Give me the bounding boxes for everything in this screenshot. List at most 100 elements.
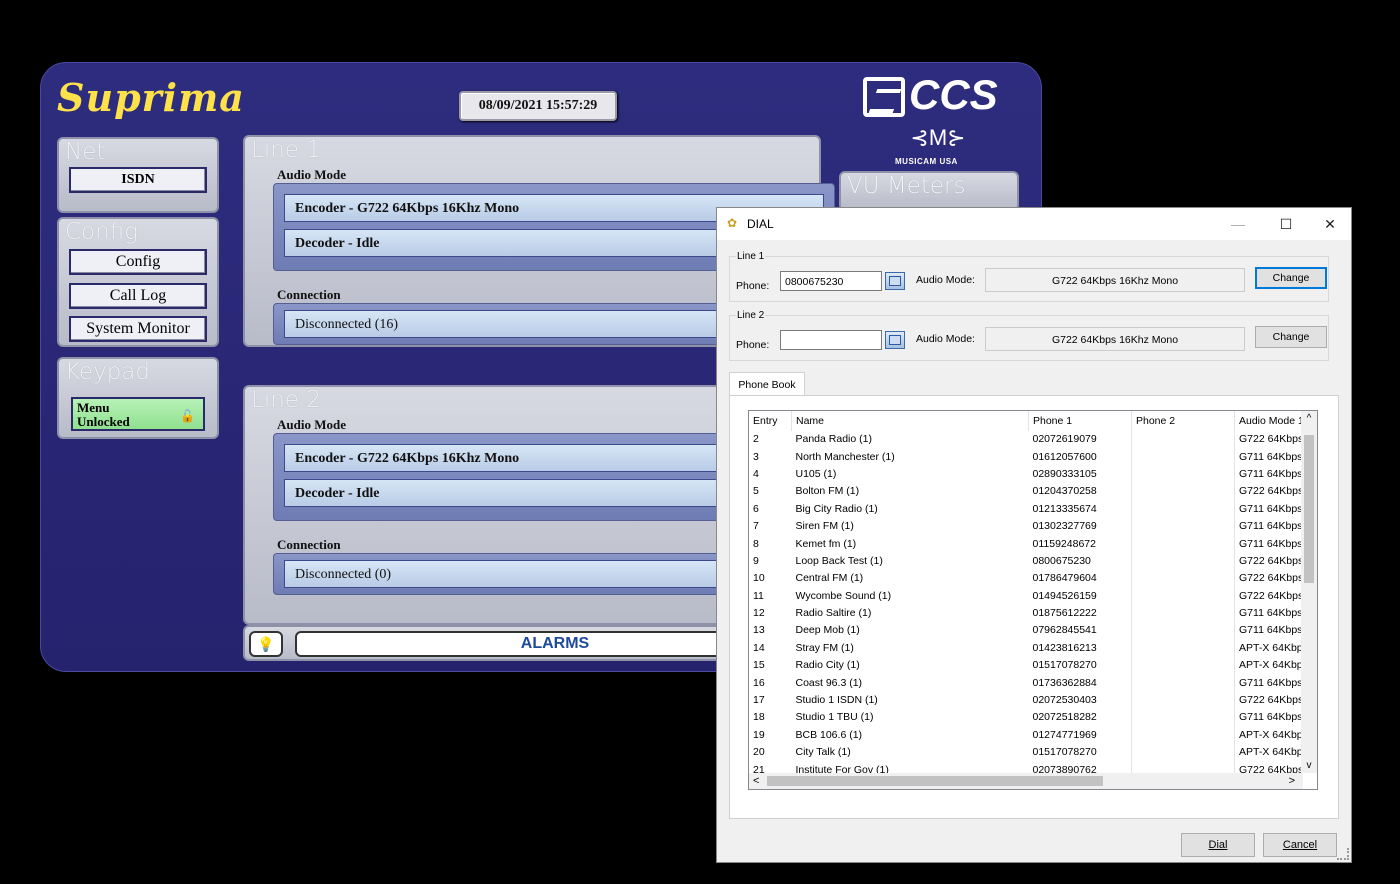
scroll-up-icon[interactable]: ^ xyxy=(1301,413,1317,424)
cancel-button[interactable]: Cancel xyxy=(1263,833,1337,857)
cell-phone-1: 02890333105 xyxy=(1028,465,1132,484)
cell-phone-2 xyxy=(1131,483,1235,501)
line-1-change-button[interactable]: Change xyxy=(1255,267,1327,289)
table-row[interactable]: 4 U105 (1) 02890333105 G711 64Kbps xyxy=(749,465,1314,484)
menu-unlocked-button[interactable]: Menu Unlocked 🔓 xyxy=(71,397,205,431)
cell-name: Panda Radio (1) xyxy=(795,433,872,446)
table-row[interactable]: 11 Wycombe Sound (1) 01494526159 G722 64Kbp… xyxy=(749,587,1314,605)
cell-name: Radio City (1) xyxy=(795,659,860,672)
line-1-audio-mode-label: Audio Mode: xyxy=(916,274,975,286)
isdn-button[interactable]: ISDN xyxy=(69,167,207,193)
table-row[interactable]: 8 Kemet fm (1) 01159248672 G711 64Kbps xyxy=(749,535,1314,553)
config-button[interactable]: Config xyxy=(69,249,207,275)
column-header-name[interactable]: Name xyxy=(791,411,1029,431)
table-row[interactable]: 3 North Manchester (1) 01612057600 G711 64K… xyxy=(749,448,1314,466)
table-row[interactable]: 5 Bolton FM (1) 01204370258 G722 64Kbps xyxy=(749,483,1314,501)
cell-phone-1: 01274771969 xyxy=(1028,726,1132,745)
vertical-scroll-thumb[interactable] xyxy=(1304,435,1314,583)
table-row[interactable]: 18 Studio 1 TBU (1) 02072518282 G711 64Kbps xyxy=(749,709,1314,727)
table-row[interactable]: 10 Central FM (1) 01786479604 G722 64Kbps xyxy=(749,570,1314,588)
ccs-logo: CCS ⊰M⊱ MUSICAM USA xyxy=(859,71,1019,181)
table-row[interactable]: 14 Stray FM (1) 01423816213 APT-X 64Kbp xyxy=(749,639,1314,658)
vertical-scrollbar[interactable]: ^ v xyxy=(1301,411,1317,773)
scroll-right-icon[interactable]: > xyxy=(1289,773,1295,789)
cell-entry: 9 xyxy=(753,554,759,567)
cell-phone-2 xyxy=(1131,691,1235,710)
line-1-audio-mode-value: G722 64Kbps 16Khz Mono xyxy=(985,268,1245,292)
cell-name: Big City Radio (1) xyxy=(795,502,878,515)
cell-name: Stray FM (1) xyxy=(795,641,854,654)
system-monitor-button[interactable]: System Monitor xyxy=(69,316,207,342)
cell-phone-2 xyxy=(1131,500,1235,518)
call-log-button[interactable]: Call Log xyxy=(69,283,207,309)
phone-book-tab-panel: Entry Name Phone 1 Phone 2 Audio Mode 1 … xyxy=(729,395,1339,819)
dial-titlebar[interactable]: ✿ DIAL — ☐ ✕ xyxy=(717,208,1351,240)
tab-phone-book[interactable]: Phone Book xyxy=(729,372,805,396)
cell-entry: 15 xyxy=(753,659,765,672)
table-row[interactable]: 6 Big City Radio (1) 01213335674 G711 64Kbp… xyxy=(749,500,1314,518)
net-panel: Net ISDN xyxy=(57,137,219,213)
cell-phone-1: 0800675230 xyxy=(1028,552,1132,571)
line-1-connection-label: Connection xyxy=(277,287,341,302)
cell-name: Studio 1 TBU (1) xyxy=(795,711,874,724)
table-row[interactable]: 7 Siren FM (1) 01302327769 G711 64Kbps xyxy=(749,517,1314,536)
cell-name: North Manchester (1) xyxy=(795,450,895,463)
line-2-phone-input[interactable] xyxy=(780,330,882,350)
cell-name: BCB 106.6 (1) xyxy=(795,728,863,741)
cell-entry: 16 xyxy=(753,676,765,689)
table-row[interactable]: 15 Radio City (1) 01517078270 APT-X 64Kbp xyxy=(749,657,1314,675)
cell-phone-2 xyxy=(1131,674,1235,692)
dial-title: DIAL xyxy=(747,217,774,231)
line-2-audio-mode-value: G722 64Kbps 16Khz Mono xyxy=(985,327,1245,351)
line-2-phonebook-icon[interactable] xyxy=(885,331,905,349)
horizontal-scroll-thumb[interactable] xyxy=(767,776,1103,786)
cell-entry: 2 xyxy=(753,433,759,446)
cell-phone-2 xyxy=(1131,726,1235,745)
column-header-entry[interactable]: Entry xyxy=(749,411,792,431)
cell-name: Deep Mob (1) xyxy=(795,624,860,637)
line-1-phonebook-icon[interactable] xyxy=(885,272,905,290)
cell-phone-1: 02072530403 xyxy=(1028,691,1132,710)
cell-entry: 10 xyxy=(753,572,765,585)
table-row[interactable]: 12 Radio Saltire (1) 01875612222 G711 64Kbp… xyxy=(749,604,1314,623)
keypad-panel: Keypad Menu Unlocked 🔓 xyxy=(57,357,219,439)
scroll-down-icon[interactable]: v xyxy=(1301,760,1317,771)
table-row[interactable]: 9 Loop Back Test (1) 0800675230 G722 64Kbps xyxy=(749,552,1314,571)
table-row[interactable]: 13 Deep Mob (1) 07962845541 G711 64Kbps xyxy=(749,622,1314,640)
column-header-phone-2[interactable]: Phone 2 xyxy=(1131,411,1235,431)
dial-line-2-label: Line 2 xyxy=(736,310,766,321)
line-1-phone-input[interactable]: 0800675230 xyxy=(780,271,882,291)
vu-meters-title: VU Meters xyxy=(847,173,966,199)
cell-phone-1: 01517078270 xyxy=(1028,744,1132,762)
maximize-icon[interactable]: ☐ xyxy=(1271,212,1301,236)
horizontal-scrollbar[interactable]: < > xyxy=(749,773,1303,789)
cell-name: Kemet fm (1) xyxy=(795,537,857,550)
resize-grip-icon[interactable] xyxy=(1337,848,1349,860)
table-row[interactable]: 16 Coast 96.3 (1) 01736362884 G711 64Kbps xyxy=(749,674,1314,692)
cell-name: Loop Back Test (1) xyxy=(795,554,883,567)
cell-entry: 3 xyxy=(753,450,759,463)
phone-book-table[interactable]: Entry Name Phone 1 Phone 2 Audio Mode 1 … xyxy=(748,410,1318,790)
close-icon[interactable]: ✕ xyxy=(1315,212,1345,236)
line-2-change-button[interactable]: Change xyxy=(1255,326,1327,348)
cell-entry: 6 xyxy=(753,502,759,515)
dial-button[interactable]: Dial xyxy=(1181,833,1255,857)
cell-phone-2 xyxy=(1131,587,1235,605)
line-1-audio-mode-label: Audio Mode xyxy=(277,167,346,182)
cell-phone-1: 02072619079 xyxy=(1028,431,1132,449)
table-row[interactable]: 19 BCB 106.6 (1) 01274771969 APT-X 64Kbp xyxy=(749,726,1314,745)
table-row[interactable]: 20 City Talk (1) 01517078270 APT-X 64Kbp xyxy=(749,744,1314,762)
cell-phone-1: 01302327769 xyxy=(1028,517,1132,536)
table-row[interactable]: 17 Studio 1 ISDN (1) 02072530403 G722 64Kbp… xyxy=(749,691,1314,710)
dial-dialog: ✿ DIAL — ☐ ✕ Line 1 Phone: 0800675230 Au… xyxy=(716,207,1352,863)
column-header-phone-1[interactable]: Phone 1 xyxy=(1028,411,1132,431)
cell-phone-1: 01213335674 xyxy=(1028,500,1132,518)
lightbulb-icon[interactable]: 💡 xyxy=(249,631,283,657)
cell-phone-2 xyxy=(1131,448,1235,466)
table-row[interactable]: 2 Panda Radio (1) 02072619079 G722 64Kbps xyxy=(749,431,1314,449)
minimize-icon[interactable]: — xyxy=(1223,212,1253,236)
dial-line-1-group: Line 1 Phone: 0800675230 Audio Mode: G72… xyxy=(729,251,1329,302)
cell-phone-2 xyxy=(1131,535,1235,553)
scroll-left-icon[interactable]: < xyxy=(753,773,759,789)
cell-name: Wycombe Sound (1) xyxy=(795,589,892,602)
